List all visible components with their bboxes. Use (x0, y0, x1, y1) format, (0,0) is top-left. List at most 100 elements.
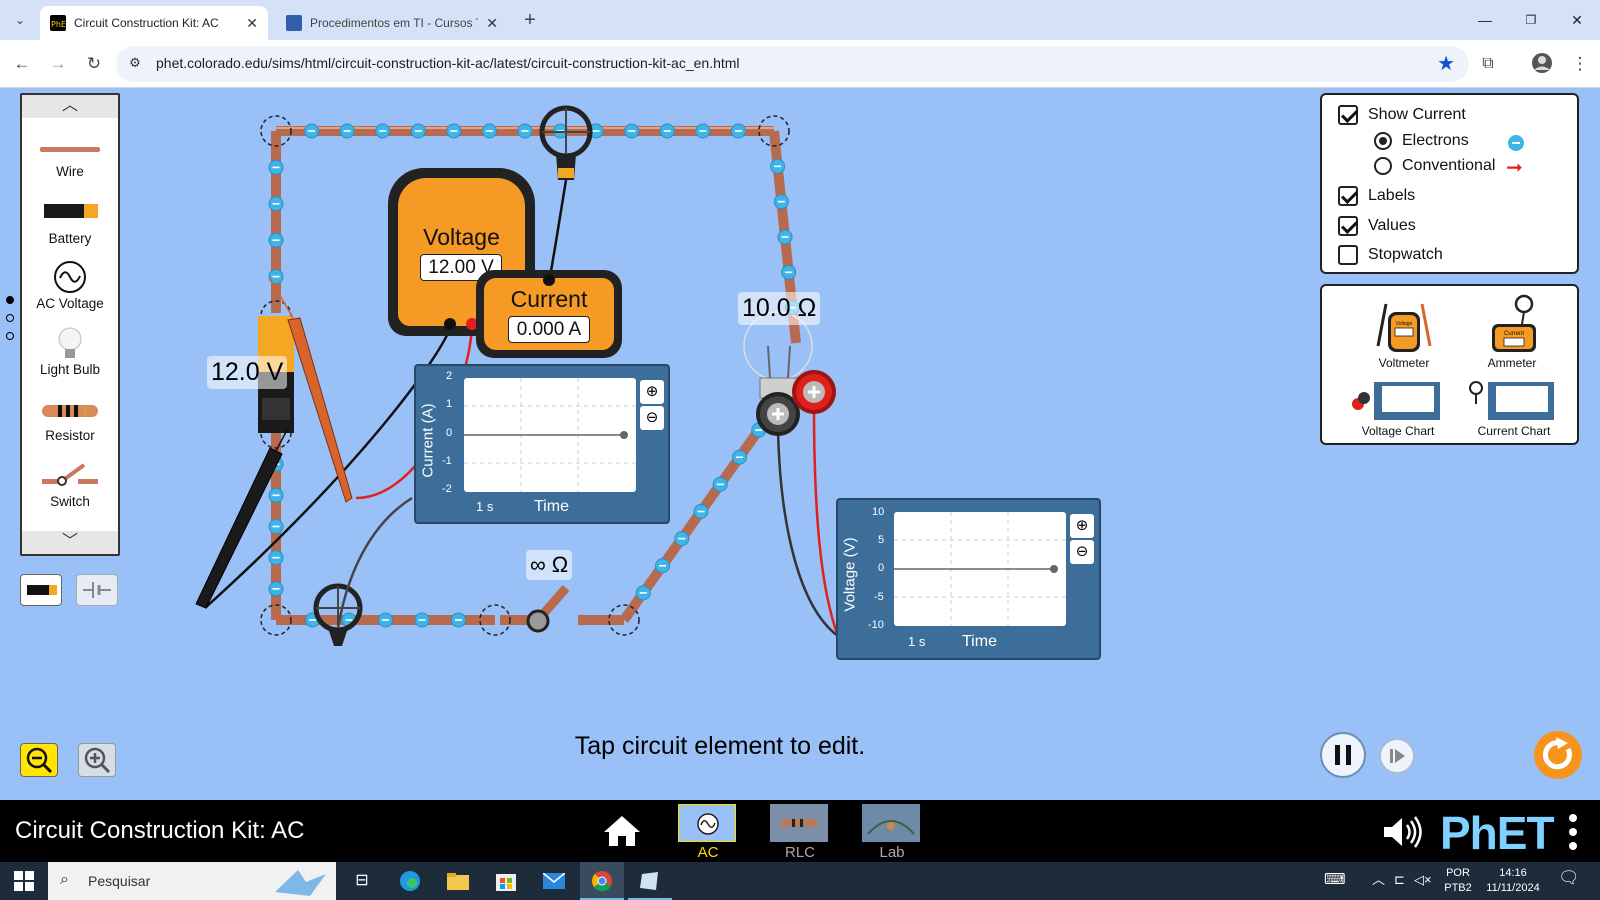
zoom-out-button[interactable] (20, 743, 58, 777)
show-current-checkbox[interactable]: Show Current (1338, 105, 1466, 125)
tab-procedimentos[interactable]: Procedimentos em TI - Cursos T ✕ (276, 6, 508, 40)
keyboard-icon[interactable]: ⌨ (1324, 872, 1346, 887)
file-explorer-icon[interactable] (436, 862, 480, 900)
tab-circuit-construction-kit[interactable]: PhET Circuit Construction Kit: AC ✕ (40, 6, 268, 40)
network-icon[interactable]: ⊏ (1394, 872, 1405, 887)
tray-chevron-icon[interactable]: ︿ (1372, 872, 1385, 887)
screen-rlc-button[interactable]: RLC (764, 802, 836, 862)
checkbox-unchecked-icon[interactable] (1338, 245, 1358, 265)
taskbar-search-field[interactable]: ⌕ Pesquisar (48, 862, 336, 900)
rlc-screen-icon (770, 804, 828, 842)
current-chart[interactable]: Current (A) 2 1 0 -1 -2 1 s Time ⊕ ⊖ (414, 364, 670, 524)
current-chart-tool[interactable]: Current Chart (1462, 376, 1566, 440)
clock-time: 14:16 (1499, 867, 1527, 879)
close-window-icon[interactable]: ✕ (1562, 8, 1592, 32)
phet-favicon-icon: PhET (50, 15, 71, 31)
conventional-radio[interactable]: Conventional (1374, 157, 1495, 175)
task-view-icon[interactable]: ⊟ (340, 862, 384, 900)
app-icon[interactable] (628, 862, 672, 900)
labels-checkbox[interactable]: Labels (1338, 186, 1415, 206)
conventional-arrow-icon: ➞ (1506, 157, 1523, 179)
phet-menu-icon[interactable] (1566, 812, 1580, 852)
close-tab-icon[interactable]: ✕ (486, 15, 498, 32)
screen-ac-voltage-button[interactable]: AC Voltage (672, 802, 744, 878)
voltmeter-tool[interactable]: Voltage Voltmeter (1356, 294, 1452, 374)
volume-muted-icon[interactable]: ◁× (1414, 872, 1432, 887)
zoom-in-icon[interactable]: ⊕ (1070, 514, 1094, 538)
electrons-radio[interactable]: Electrons (1374, 132, 1469, 150)
values-checkbox[interactable]: Values (1338, 216, 1416, 236)
voltmeter-title: Voltage (423, 224, 500, 250)
microsoft-store-icon[interactable] (484, 862, 528, 900)
voltmeter-icon-label: Voltage (1396, 321, 1413, 327)
reset-all-button[interactable] (1534, 731, 1582, 779)
zoom-in-icon[interactable]: ⊕ (640, 380, 664, 404)
zoom-out-icon[interactable]: ⊖ (1070, 540, 1094, 564)
zoom-out-icon[interactable]: ⊖ (640, 406, 664, 430)
windows-taskbar: ⌕ Pesquisar ⊟ ⌨ ︿ ⊏ ◁× POR PTB2 14:16 11… (0, 862, 1600, 900)
profile-avatar[interactable] (1530, 52, 1554, 76)
url-field[interactable]: ⚙ phet.colorado.edu/sims/html/circuit-co… (116, 46, 1469, 82)
voltage-chart-icon (1352, 382, 1440, 420)
minimize-icon[interactable]: — (1470, 8, 1500, 32)
voltmeter-tool-label: Voltmeter (1378, 356, 1430, 370)
current-chart-scale: 1 s (476, 499, 494, 514)
current-chart-xlabel: Time (534, 498, 569, 515)
mail-icon[interactable] (532, 862, 576, 900)
ammeter-tool[interactable]: Current Ammeter (1472, 294, 1552, 374)
checkbox-checked-icon[interactable] (1338, 105, 1358, 125)
windows-start-icon[interactable] (2, 862, 46, 900)
pause-icon (1335, 745, 1351, 765)
extensions-icon[interactable]: ⧉ (1476, 52, 1500, 76)
forward-icon[interactable]: → (46, 52, 70, 76)
screen-lab-button[interactable]: Lab (856, 802, 928, 862)
tab-search-icon[interactable]: ⌄ (8, 8, 32, 32)
clock[interactable]: 14:16 11/11/2024 (1478, 866, 1548, 896)
zoom-out-icon (26, 747, 53, 774)
tab-title: Circuit Construction Kit: AC (74, 16, 219, 30)
browser-menu-icon[interactable]: ⋮ (1568, 52, 1592, 76)
speaker-icon (1384, 816, 1422, 848)
voltage-chart-tool[interactable]: Voltage Chart (1344, 376, 1452, 440)
switch-open[interactable] (500, 585, 570, 633)
pause-button[interactable] (1320, 732, 1366, 778)
new-tab-button[interactable]: + (518, 8, 542, 32)
sound-button[interactable] (1380, 814, 1424, 850)
zoom-in-button[interactable] (78, 743, 116, 777)
switch-value-label: ∞ Ω (526, 550, 573, 580)
current-chart-ytick: 0 (446, 427, 453, 439)
bookmark-star-icon[interactable]: ★ (1437, 51, 1455, 76)
voltage-chart-probes[interactable] (756, 370, 840, 638)
checkbox-checked-icon[interactable] (1338, 186, 1358, 206)
home-button[interactable] (600, 812, 644, 850)
phet-logo[interactable]: PhET (1440, 806, 1555, 860)
site-settings-icon[interactable]: ⚙ (126, 55, 144, 73)
screen-label: Lab (879, 844, 905, 861)
checkbox-checked-icon[interactable] (1338, 216, 1358, 236)
current-chart-ytick: 1 (446, 398, 453, 410)
notifications-icon[interactable]: 🗨 (1558, 869, 1580, 886)
restore-icon[interactable]: ❐ (1516, 8, 1546, 32)
language-indicator[interactable]: POR PTB2 (1438, 866, 1478, 896)
ammeter-tool-label: Ammeter (1487, 356, 1537, 370)
voltage-chart[interactable]: Voltage (V) 10 5 0 -5 -10 1 s Time ⊕ ⊖ (836, 498, 1101, 660)
search-icon: ⌕ (60, 871, 69, 888)
close-tab-icon[interactable]: ✕ (246, 15, 258, 32)
search-placeholder: Pesquisar (88, 873, 151, 889)
voltage-chart-ylabel: Voltage (V) (841, 537, 859, 612)
tab-title: Procedimentos em TI - Cursos T (310, 16, 479, 30)
edge-icon[interactable] (388, 862, 432, 900)
ammeter[interactable]: Current 0.000 A (476, 270, 622, 358)
conventional-label: Conventional (1402, 157, 1496, 174)
stopwatch-label: Stopwatch (1368, 246, 1443, 263)
voltage-chart-xlabel: Time (962, 633, 997, 650)
radio-selected-icon[interactable] (1374, 132, 1392, 150)
radio-unselected-icon[interactable] (1374, 157, 1392, 175)
chrome-icon[interactable] (580, 862, 624, 900)
step-forward-button[interactable] (1379, 738, 1415, 774)
reload-icon[interactable]: ↻ (82, 52, 106, 76)
back-icon[interactable]: ← (10, 52, 34, 76)
current-chart-ytick: -1 (442, 455, 452, 467)
display-controls-panel: Show Current Electrons Conventional ➞ La… (1320, 93, 1579, 274)
stopwatch-checkbox[interactable]: Stopwatch (1338, 245, 1443, 265)
